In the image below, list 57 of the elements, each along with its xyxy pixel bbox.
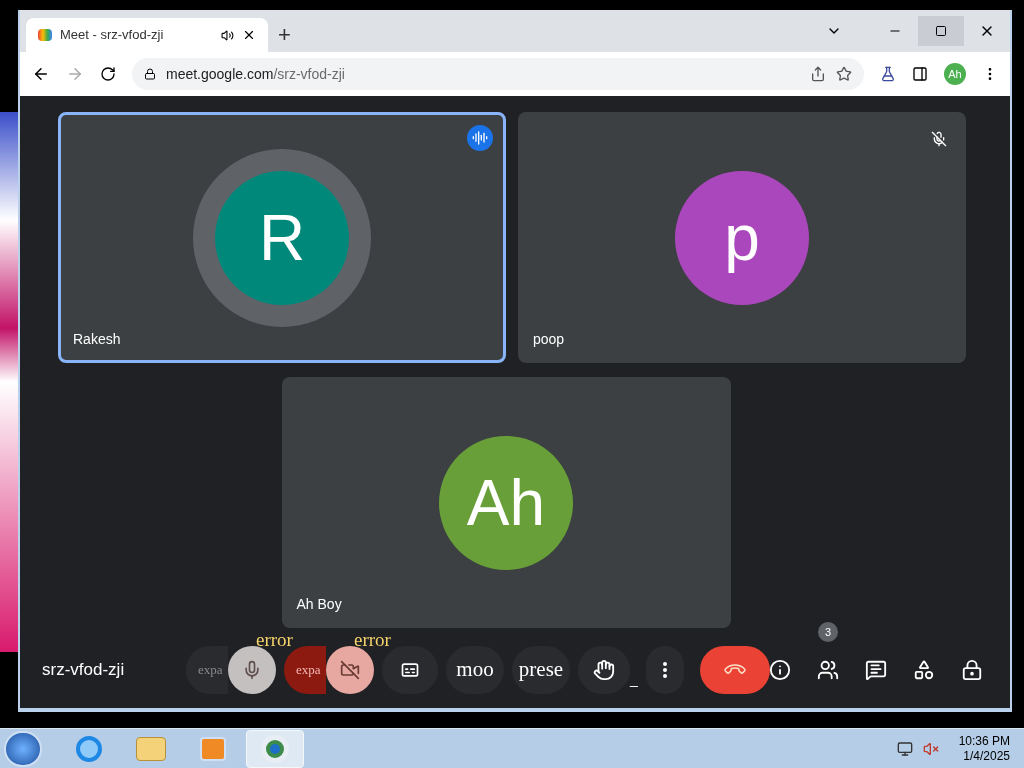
control-button[interactable]: moo — [446, 646, 504, 694]
new-tab-button[interactable]: + — [278, 24, 291, 46]
maximize-button[interactable] — [918, 16, 964, 46]
close-tab-icon[interactable] — [242, 28, 256, 42]
folder-icon — [136, 736, 166, 761]
info-icon — [769, 659, 791, 681]
media-player-icon — [200, 736, 226, 761]
clock-time: 10:36 PM — [958, 733, 1010, 749]
control-button[interactable]: prese — [512, 646, 570, 694]
hand-icon — [593, 659, 615, 681]
leave-call-button[interactable] — [699, 646, 770, 694]
network-icon[interactable] — [896, 740, 913, 757]
shapes-icon — [913, 659, 935, 681]
taskbar-button[interactable] — [246, 729, 304, 768]
participant-count-badge: 3 — [818, 622, 838, 642]
camera-off-icon — [340, 660, 360, 680]
participant-name: Ah Boy — [296, 595, 342, 614]
url-text: meet.google.com/srz-vfod-zji — [166, 64, 346, 84]
bookmark-star-icon[interactable] — [836, 66, 852, 82]
tab-title: Meet - srz-vfod-zji — [60, 26, 165, 45]
meet-logo-icon — [38, 29, 52, 41]
participant-name: Rakesh — [73, 330, 121, 349]
clock-date: 1/4/2025 — [963, 748, 1010, 764]
browser-icon — [76, 735, 102, 762]
microphone-button[interactable] — [228, 646, 276, 694]
avatar: p — [675, 170, 809, 305]
share-icon[interactable] — [810, 66, 826, 82]
raise-hand-button[interactable] — [578, 646, 630, 694]
options-button[interactable]: expa — [284, 646, 326, 694]
lock-icon — [144, 68, 156, 80]
options-button[interactable]: expa — [186, 646, 228, 694]
meeting-code: srz-vfod-zji — [42, 659, 126, 682]
address-bar[interactable]: meet.google.com/srz-vfod-zji — [132, 58, 864, 90]
avatar: Ah — [439, 435, 573, 570]
participant-name: poop — [533, 330, 565, 349]
side-panel-icon[interactable] — [912, 66, 928, 82]
captions-button[interactable] — [382, 646, 438, 694]
error-text: error — [256, 630, 293, 649]
maximize-icon — [935, 25, 947, 37]
more-icon — [662, 662, 667, 678]
chat-icon — [865, 659, 887, 681]
reload-icon[interactable] — [100, 66, 116, 82]
start-button[interactable] — [4, 730, 42, 767]
chrome-icon — [261, 734, 289, 763]
lock-icon — [961, 659, 983, 681]
camera-button[interactable] — [326, 646, 374, 694]
avatar: R — [215, 170, 349, 305]
microphone-icon — [242, 660, 262, 680]
volume-muted-icon[interactable] — [922, 740, 939, 757]
underscore-text: _ — [630, 672, 638, 686]
people-icon — [817, 659, 839, 681]
captions-icon — [400, 660, 420, 680]
error-text: error — [354, 630, 391, 649]
back-icon[interactable] — [32, 65, 50, 83]
flask-icon[interactable] — [880, 66, 896, 82]
browser-tab[interactable]: Meet - srz-vfod-zji — [26, 18, 268, 52]
more-options-button[interactable] — [645, 646, 684, 694]
